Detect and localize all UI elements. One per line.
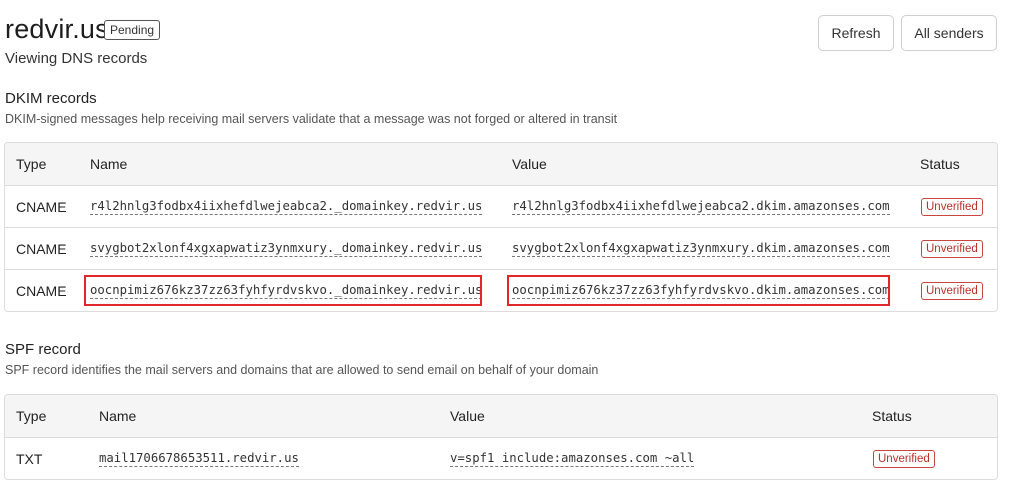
record-value[interactable]: oocnpimiz676kz37zz63fyhfyrdvskvo.dkim.am… <box>512 270 890 311</box>
table-header-row: Type Name Value Status <box>5 143 997 185</box>
table-row: CNAME r4l2hnlg3fodbx4iixhefdlwejeabca2._… <box>5 185 997 227</box>
unverified-badge: Unverified <box>921 281 983 300</box>
record-name[interactable]: svygbot2xlonf4xgxapwatiz3ynmxury._domain… <box>90 228 483 269</box>
record-name-text[interactable]: mail1706678653511.redvir.us <box>99 451 299 467</box>
all-senders-button[interactable]: All senders <box>901 15 997 51</box>
column-header-type: Type <box>16 156 47 172</box>
record-name[interactable]: oocnpimiz676kz37zz63fyhfyrdvskvo._domain… <box>90 270 483 311</box>
page-subtitle: Viewing DNS records <box>5 50 148 67</box>
page-title: redvir.us <box>5 14 109 44</box>
column-header-status: Status <box>872 408 912 424</box>
dkim-section-description: DKIM-signed messages help receiving mail… <box>5 112 618 126</box>
record-type: CNAME <box>16 282 67 299</box>
column-header-value: Value <box>512 156 547 172</box>
refresh-button[interactable]: Refresh <box>818 15 894 51</box>
dkim-table: Type Name Value Status CNAME r4l2hnlg3fo… <box>4 142 998 312</box>
spf-table: Type Name Value Status TXT mail170667865… <box>4 394 998 480</box>
record-value-text[interactable]: svygbot2xlonf4xgxapwatiz3ynmxury.dkim.am… <box>512 241 890 257</box>
record-status: Unverified <box>873 438 935 479</box>
unverified-badge: Unverified <box>873 449 935 468</box>
column-header-status: Status <box>920 156 960 172</box>
record-name[interactable]: mail1706678653511.redvir.us <box>99 438 299 479</box>
record-type: CNAME <box>16 240 67 257</box>
record-value-text[interactable]: r4l2hnlg3fodbx4iixhefdlwejeabca2.dkim.am… <box>512 199 890 215</box>
record-value-text[interactable]: v=spf1 include:amazonses.com ~all <box>450 451 695 467</box>
unverified-badge: Unverified <box>921 239 983 258</box>
status-badge: Pending <box>104 20 161 40</box>
table-row: TXT mail1706678653511.redvir.us v=spf1 i… <box>5 437 997 479</box>
spf-section-title: SPF record <box>5 341 81 358</box>
record-name-text[interactable]: svygbot2xlonf4xgxapwatiz3ynmxury._domain… <box>90 241 483 257</box>
column-header-type: Type <box>16 408 47 424</box>
table-row: CNAME svygbot2xlonf4xgxapwatiz3ynmxury._… <box>5 227 997 269</box>
column-header-name: Name <box>99 408 137 424</box>
record-name-text[interactable]: r4l2hnlg3fodbx4iixhefdlwejeabca2._domain… <box>90 199 483 215</box>
spf-section-description: SPF record identifies the mail servers a… <box>5 363 599 377</box>
table-header-row: Type Name Value Status <box>5 395 997 437</box>
record-name[interactable]: r4l2hnlg3fodbx4iixhefdlwejeabca2._domain… <box>90 186 483 227</box>
unverified-badge: Unverified <box>921 197 983 216</box>
record-status: Unverified <box>921 186 983 227</box>
record-name-text[interactable]: oocnpimiz676kz37zz63fyhfyrdvskvo._domain… <box>90 283 483 299</box>
record-type: TXT <box>16 450 43 467</box>
dkim-section-title: DKIM records <box>5 90 97 107</box>
record-status: Unverified <box>921 270 983 311</box>
column-header-value: Value <box>450 408 485 424</box>
record-type: CNAME <box>16 198 67 215</box>
record-status: Unverified <box>921 228 983 269</box>
column-header-name: Name <box>90 156 128 172</box>
table-row: CNAME oocnpimiz676kz37zz63fyhfyrdvskvo._… <box>5 269 997 311</box>
record-value[interactable]: v=spf1 include:amazonses.com ~all <box>450 438 695 479</box>
record-value[interactable]: svygbot2xlonf4xgxapwatiz3ynmxury.dkim.am… <box>512 228 890 269</box>
record-value[interactable]: r4l2hnlg3fodbx4iixhefdlwejeabca2.dkim.am… <box>512 186 890 227</box>
record-value-text[interactable]: oocnpimiz676kz37zz63fyhfyrdvskvo.dkim.am… <box>512 283 890 299</box>
